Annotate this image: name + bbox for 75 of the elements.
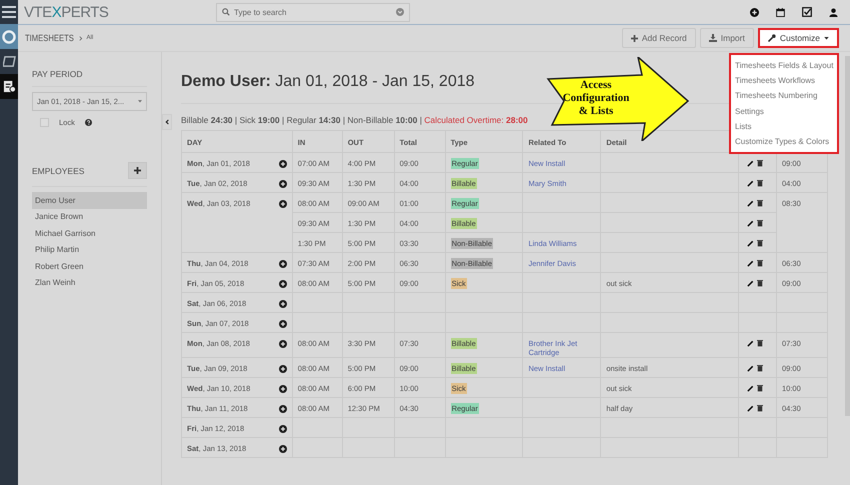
hours-summary: Billable 24:30 | Sick 19:00 | Regular 14:30 | Non-Billable 10:00 | xyxy=(181,115,422,125)
life-ring-icon[interactable] xyxy=(2,30,16,44)
menu-icon[interactable] xyxy=(2,6,16,18)
employee-item[interactable]: Demo User xyxy=(32,192,147,208)
add-icon[interactable] xyxy=(278,160,287,168)
add-icon[interactable] xyxy=(750,8,759,16)
employee-item[interactable]: Philip Martin xyxy=(32,242,147,258)
add-icon[interactable] xyxy=(278,364,287,372)
help-icon[interactable] xyxy=(84,119,92,126)
caret-icon xyxy=(138,100,142,103)
edit-icon[interactable] xyxy=(747,180,754,187)
employee-item[interactable]: Robert Green xyxy=(32,258,147,274)
add-icon[interactable] xyxy=(278,424,287,432)
add-icon[interactable] xyxy=(278,260,287,268)
user-icon[interactable] xyxy=(829,8,838,16)
search-icon xyxy=(222,8,230,16)
module-title[interactable]: TIMESHEETS xyxy=(25,33,74,43)
add-icon[interactable] xyxy=(278,200,287,208)
add-icon[interactable] xyxy=(278,340,287,348)
plus-icon xyxy=(134,167,141,174)
checkbox-icon[interactable] xyxy=(802,7,812,17)
edit-icon[interactable] xyxy=(747,385,754,392)
trash-icon[interactable] xyxy=(757,279,764,287)
trash-icon[interactable] xyxy=(757,339,764,347)
add-icon[interactable] xyxy=(278,180,287,188)
add-employee-button[interactable] xyxy=(128,162,147,179)
trash-icon[interactable] xyxy=(757,364,764,372)
chevron-right-icon xyxy=(78,36,83,40)
trash-icon[interactable] xyxy=(757,219,764,227)
employee-item[interactable]: Michael Garrison xyxy=(32,225,147,242)
caret-icon xyxy=(824,36,829,40)
download-icon xyxy=(708,34,717,42)
edit-icon[interactable] xyxy=(747,220,754,227)
import-button[interactable]: Import xyxy=(700,28,754,48)
collapse-button[interactable] xyxy=(162,114,172,130)
add-icon[interactable] xyxy=(278,320,287,328)
timesheet-icon[interactable] xyxy=(2,80,16,93)
trash-icon[interactable] xyxy=(757,384,764,392)
customize-button[interactable]: Customize xyxy=(758,28,839,48)
chevron-down-icon[interactable] xyxy=(396,8,404,16)
add-icon[interactable] xyxy=(278,280,287,288)
trash-icon[interactable] xyxy=(757,199,764,207)
menu-item[interactable]: Settings xyxy=(731,104,837,119)
logo: VTEXPERTS xyxy=(24,4,110,20)
search-field[interactable]: Type to search xyxy=(216,2,410,22)
chevron-left-icon xyxy=(165,119,169,125)
edit-icon[interactable] xyxy=(747,405,754,412)
plus-icon xyxy=(630,34,638,42)
edit-icon[interactable] xyxy=(747,365,754,372)
overtime-summary: Calculated Overtime: 28:00 xyxy=(424,115,528,125)
add-button[interactable]: Add Record xyxy=(622,28,696,48)
add-icon[interactable] xyxy=(278,444,287,452)
trash-icon[interactable] xyxy=(757,259,764,267)
employee-item[interactable]: Zlan Weinh xyxy=(32,274,147,291)
add-icon[interactable] xyxy=(278,404,287,412)
edit-icon[interactable] xyxy=(747,260,754,267)
menu-item[interactable]: Timesheets Fields & Layout xyxy=(731,58,837,74)
section-label: PAY PERIOD xyxy=(32,69,84,79)
trash-icon[interactable] xyxy=(757,404,764,412)
trash-icon[interactable] xyxy=(757,179,764,187)
add-icon[interactable] xyxy=(278,384,287,392)
calendar-icon[interactable] xyxy=(776,8,785,16)
menu-item[interactable]: Lists xyxy=(731,118,837,134)
employee-item[interactable]: Janice Brown xyxy=(32,208,147,225)
edit-icon[interactable] xyxy=(747,340,754,347)
add-icon[interactable] xyxy=(278,300,287,308)
edit-icon[interactable] xyxy=(747,280,754,287)
trash-icon[interactable] xyxy=(757,159,764,167)
edit-icon[interactable] xyxy=(747,160,754,167)
edit-icon[interactable] xyxy=(747,240,754,247)
section-label: EMPLOYEES xyxy=(32,166,84,176)
menu-item[interactable]: Customize Types & Colors xyxy=(731,134,837,150)
edit-icon[interactable] xyxy=(747,200,754,207)
trash-icon[interactable] xyxy=(757,239,764,247)
lock-checkbox[interactable] xyxy=(40,118,49,127)
